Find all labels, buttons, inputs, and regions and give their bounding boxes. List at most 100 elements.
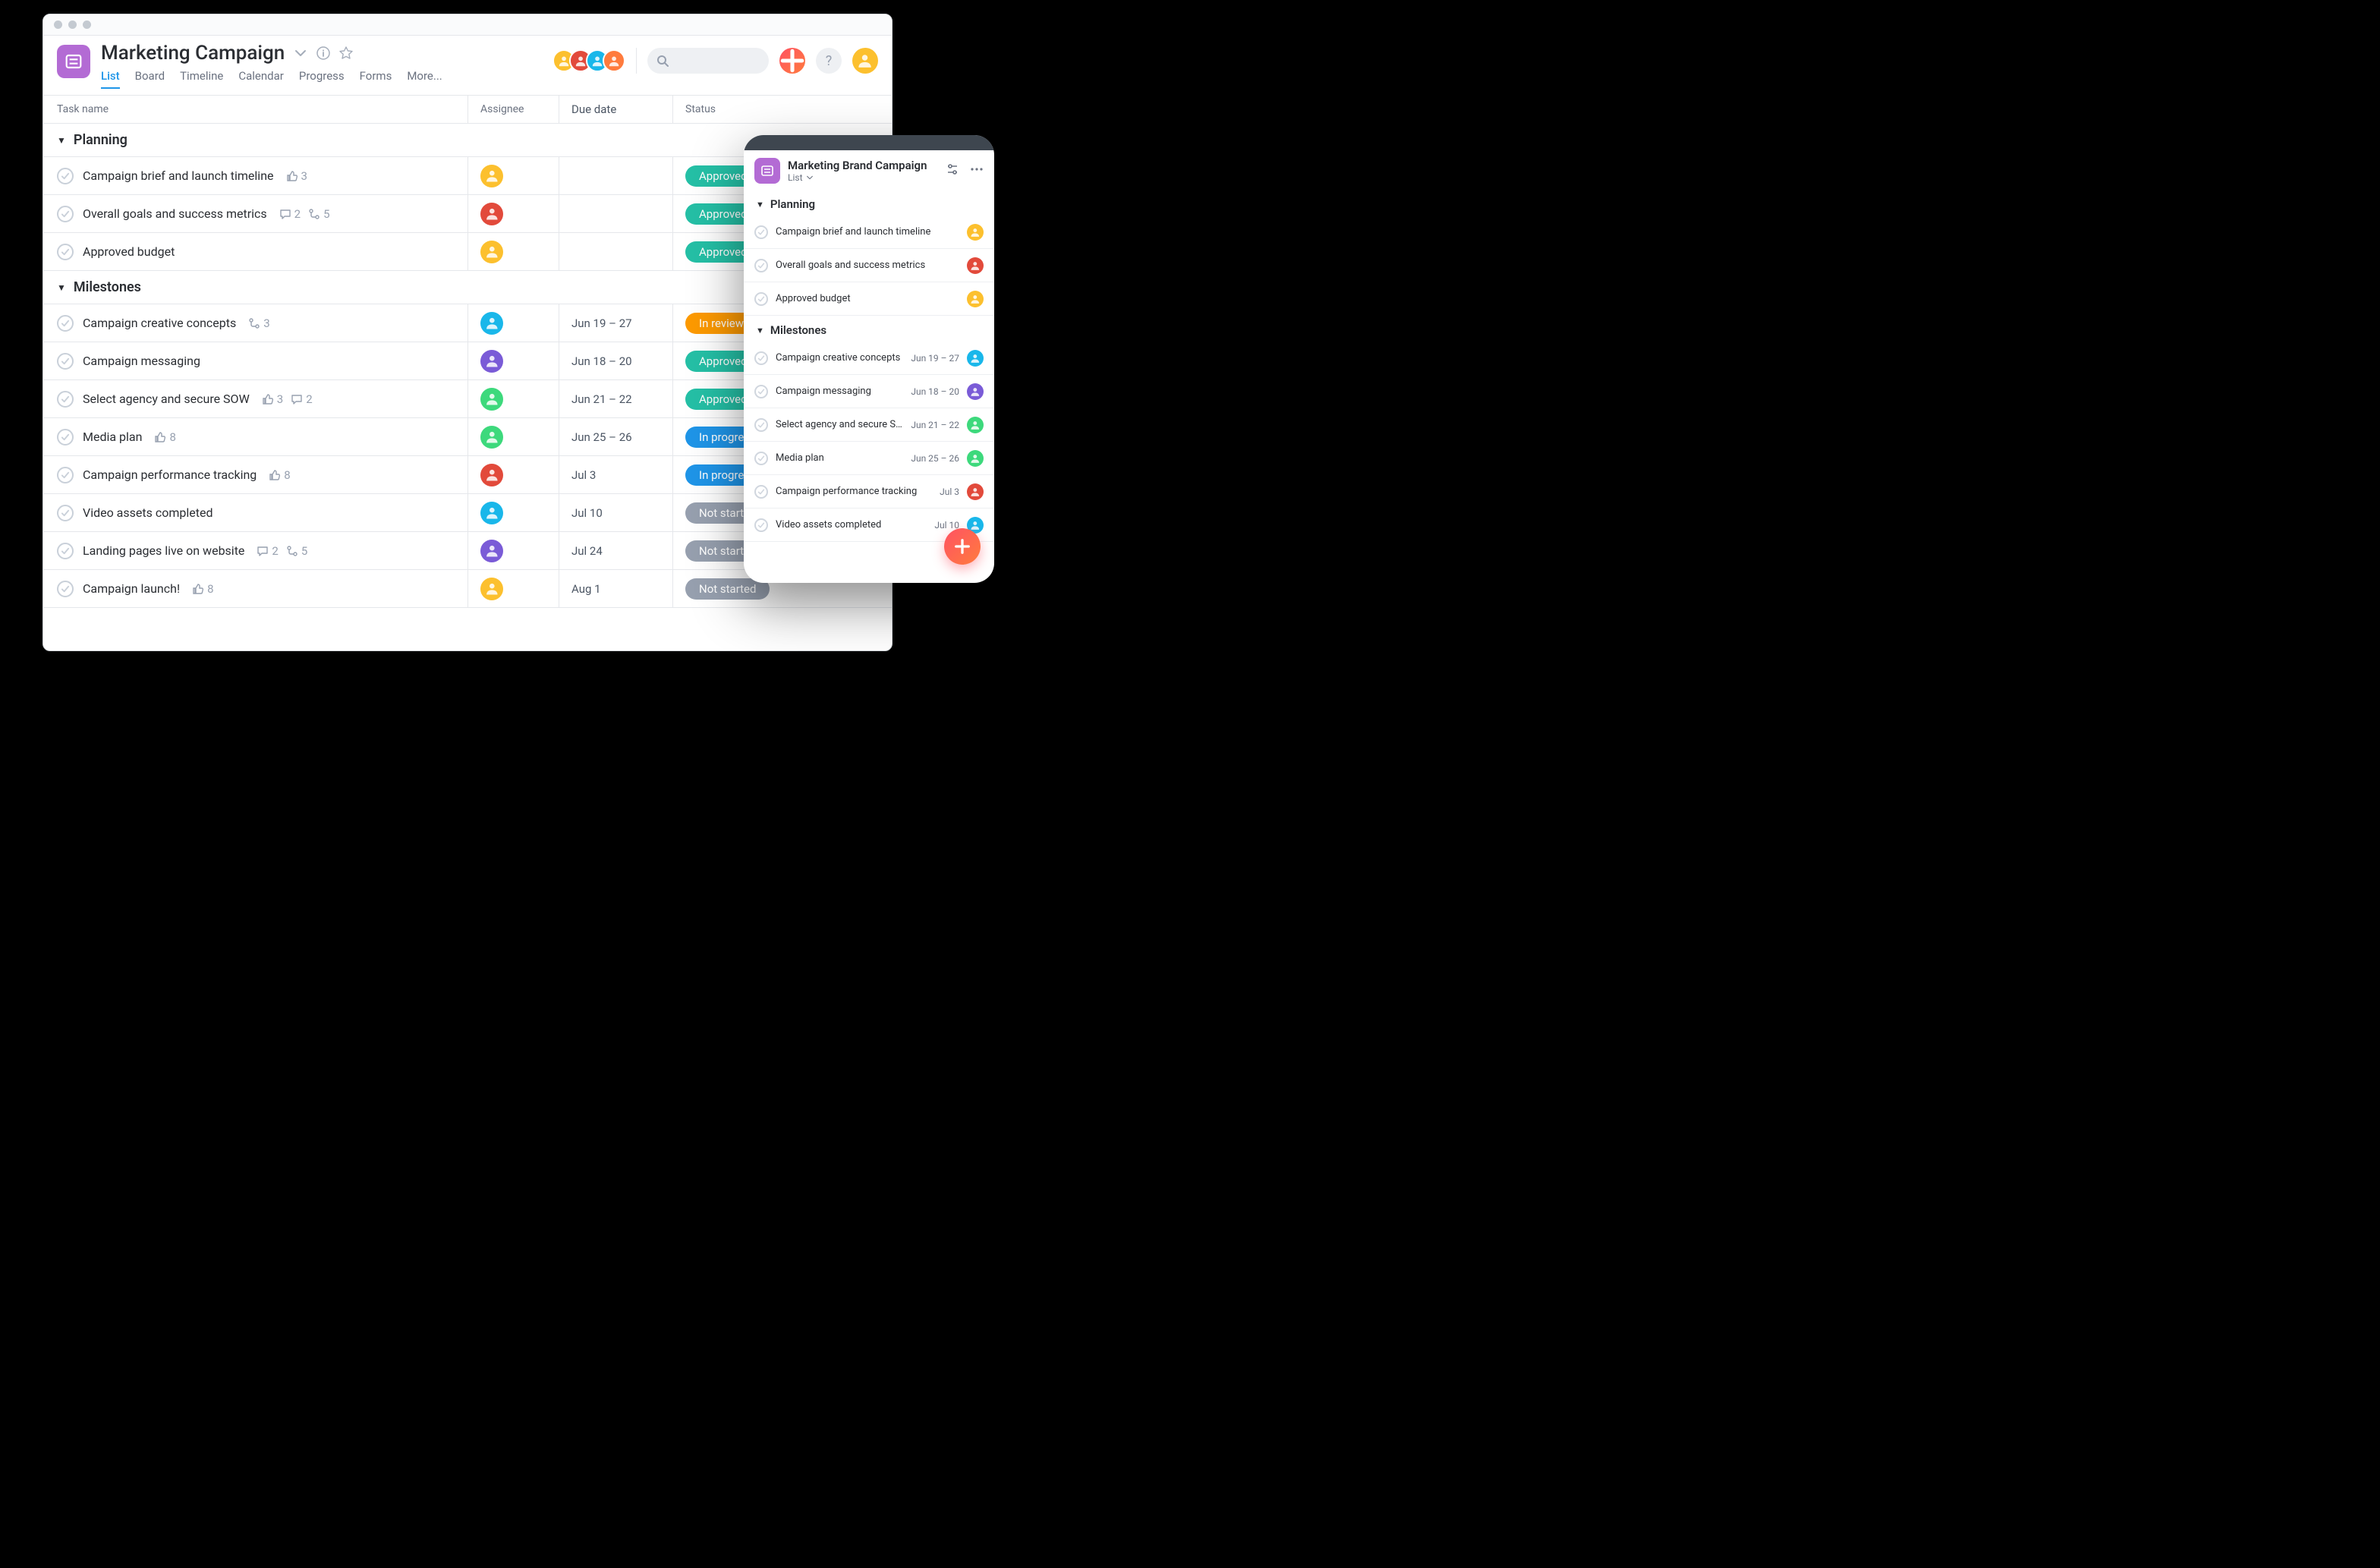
assignee-avatar[interactable]: [480, 312, 503, 335]
mobile-task-row[interactable]: Overall goals and success metrics: [744, 249, 994, 282]
tab-more-[interactable]: More...: [407, 69, 442, 89]
due-date[interactable]: Jun 21 – 22: [559, 380, 673, 417]
traffic-dot[interactable]: [54, 20, 62, 29]
search-input[interactable]: [647, 48, 769, 74]
assignee-avatar[interactable]: [967, 450, 984, 467]
due-date[interactable]: Jul 24: [559, 532, 673, 569]
help-button[interactable]: ?: [816, 48, 842, 74]
col-assignee[interactable]: Assignee: [468, 96, 559, 123]
tab-list[interactable]: List: [101, 69, 120, 89]
more-icon[interactable]: [970, 162, 984, 179]
complete-checkbox[interactable]: [754, 418, 768, 432]
member-avatar[interactable]: [603, 49, 625, 72]
complete-checkbox[interactable]: [754, 259, 768, 272]
complete-checkbox[interactable]: [754, 518, 768, 532]
due-date[interactable]: [559, 157, 673, 194]
assignee-avatar[interactable]: [480, 350, 503, 373]
tab-board[interactable]: Board: [135, 69, 165, 89]
assignee-avatar[interactable]: [967, 417, 984, 433]
mobile-task-row[interactable]: Select agency and secure SOWJun 21 – 22: [744, 408, 994, 442]
info-icon[interactable]: [316, 46, 330, 60]
complete-checkbox[interactable]: [754, 485, 768, 499]
complete-checkbox[interactable]: [57, 391, 74, 408]
complete-checkbox[interactable]: [57, 315, 74, 332]
chevron-down-icon[interactable]: [294, 46, 307, 60]
assignee-avatar[interactable]: [967, 350, 984, 367]
subtasks-meta[interactable]: 5: [286, 544, 307, 558]
complete-checkbox[interactable]: [754, 385, 768, 398]
complete-checkbox[interactable]: [57, 429, 74, 446]
likes-meta[interactable]: 3: [286, 169, 307, 183]
due-date[interactable]: Jun 18 – 20: [559, 342, 673, 379]
assignee-avatar[interactable]: [967, 224, 984, 241]
assignee-avatar[interactable]: [480, 388, 503, 411]
likes-meta[interactable]: 8: [269, 468, 290, 482]
member-facepile[interactable]: [559, 49, 625, 72]
mobile-task-row[interactable]: Campaign messagingJun 18 – 20: [744, 375, 994, 408]
mobile-view-selector[interactable]: List: [788, 172, 927, 183]
due-date[interactable]: Jun 25 – 26: [559, 418, 673, 455]
complete-checkbox[interactable]: [57, 543, 74, 559]
assignee-avatar[interactable]: [480, 165, 503, 187]
assignee-avatar[interactable]: [967, 291, 984, 307]
likes-meta[interactable]: 8: [154, 430, 175, 444]
likes-meta[interactable]: 3: [262, 392, 283, 406]
add-button[interactable]: [779, 48, 805, 74]
due-date[interactable]: [559, 195, 673, 232]
complete-checkbox[interactable]: [57, 505, 74, 521]
due-date[interactable]: [559, 233, 673, 270]
mobile-add-button[interactable]: [944, 528, 981, 565]
mobile-task-row[interactable]: Campaign creative conceptsJun 19 – 27: [744, 342, 994, 375]
complete-checkbox[interactable]: [57, 467, 74, 483]
col-status[interactable]: Status: [673, 96, 892, 123]
mobile-project-title[interactable]: Marketing Brand Campaign: [788, 159, 927, 172]
subtasks-meta[interactable]: 3: [248, 316, 269, 330]
assignee-avatar[interactable]: [480, 540, 503, 562]
mobile-section-header[interactable]: ▼Milestones: [744, 316, 994, 342]
comments-meta[interactable]: 2: [279, 207, 301, 221]
mobile-section-header[interactable]: ▼Planning: [744, 190, 994, 216]
tab-calendar[interactable]: Calendar: [238, 69, 284, 89]
assignee-avatar[interactable]: [480, 203, 503, 225]
mobile-task-row[interactable]: Campaign brief and launch timeline: [744, 216, 994, 249]
filter-icon[interactable]: [946, 162, 959, 179]
assignee-avatar[interactable]: [480, 426, 503, 449]
likes-meta[interactable]: 8: [192, 582, 213, 596]
traffic-dot[interactable]: [83, 20, 91, 29]
due-date[interactable]: Jul 3: [559, 456, 673, 493]
due-date[interactable]: Aug 1: [559, 570, 673, 607]
assignee-avatar[interactable]: [967, 383, 984, 400]
mobile-task-row[interactable]: Campaign performance trackingJul 3: [744, 475, 994, 508]
complete-checkbox[interactable]: [57, 353, 74, 370]
assignee-avatar[interactable]: [967, 257, 984, 274]
mobile-task-row[interactable]: Approved budget: [744, 282, 994, 316]
assignee-avatar[interactable]: [480, 578, 503, 600]
assignee-avatar[interactable]: [480, 502, 503, 524]
star-icon[interactable]: [339, 46, 353, 60]
complete-checkbox[interactable]: [754, 351, 768, 365]
due-date[interactable]: Jul 10: [559, 494, 673, 531]
assignee-avatar[interactable]: [480, 241, 503, 263]
tab-progress[interactable]: Progress: [299, 69, 345, 89]
tab-forms[interactable]: Forms: [360, 69, 392, 89]
mobile-task-row[interactable]: Media planJun 25 – 26: [744, 442, 994, 475]
complete-checkbox[interactable]: [57, 206, 74, 222]
subtasks-meta[interactable]: 5: [308, 207, 329, 221]
assignee-avatar[interactable]: [967, 483, 984, 500]
col-task-name[interactable]: Task name: [43, 96, 468, 123]
comments-meta[interactable]: 2: [291, 392, 312, 406]
complete-checkbox[interactable]: [754, 292, 768, 306]
complete-checkbox[interactable]: [57, 168, 74, 184]
complete-checkbox[interactable]: [57, 581, 74, 597]
complete-checkbox[interactable]: [57, 244, 74, 260]
profile-avatar[interactable]: [852, 48, 878, 74]
comments-meta[interactable]: 2: [257, 544, 278, 558]
assignee-avatar[interactable]: [480, 464, 503, 486]
complete-checkbox[interactable]: [754, 225, 768, 239]
traffic-dot[interactable]: [68, 20, 77, 29]
complete-checkbox[interactable]: [754, 452, 768, 465]
tab-timeline[interactable]: Timeline: [180, 69, 223, 89]
project-title[interactable]: Marketing Campaign: [101, 42, 285, 65]
col-due-date[interactable]: Due date: [559, 96, 673, 123]
due-date[interactable]: Jun 19 – 27: [559, 304, 673, 342]
